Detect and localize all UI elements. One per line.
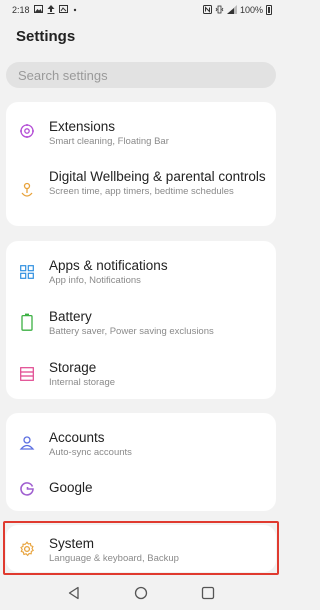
settings-group-1: Extensions Smart cleaning, Floating Bar … [6,102,276,226]
digital-wellbeing-texts: Digital Wellbeing & parental controls Sc… [49,168,266,198]
accounts-icon [18,434,36,452]
back-button[interactable] [63,582,85,604]
search-input[interactable] [18,67,276,83]
recents-button[interactable] [197,582,219,604]
battery-status-icon [266,5,272,15]
settings-item-storage[interactable]: Storage Internal storage [6,359,276,395]
settings-item-google[interactable]: Google [6,479,276,503]
extensions-subtitle: Smart cleaning, Floating Bar [49,136,169,147]
battery-icon [18,313,36,331]
apps-grid-icon [18,263,36,281]
extensions-texts: Extensions Smart cleaning, Floating Bar [49,118,266,148]
battery-subtitle: Battery saver, Power saving exclusions [49,326,214,337]
extensions-label: Extensions [49,119,116,134]
extensions-icon [18,122,36,140]
google-icon [18,479,36,497]
settings-item-battery[interactable]: Battery Battery saver, Power saving excl… [6,308,276,344]
settings-item-digital-wellbeing[interactable]: Digital Wellbeing & parental controls Sc… [6,168,276,218]
navigation-bar [0,576,282,610]
storage-subtitle: Internal storage [49,377,116,388]
settings-group-3: Accounts Auto-sync accounts Google [6,413,276,511]
storage-label: Storage [49,360,97,375]
digital-wellbeing-subtitle: Screen time, app timers, bedtime schedul… [49,186,234,197]
status-time: 2:18 [12,5,30,15]
vibrate-icon [215,5,224,16]
apps-texts: Apps & notifications App info, Notificat… [49,257,266,287]
status-left: 2:18 [12,4,78,16]
battery-percent: 100% [239,5,263,15]
signal-icon [226,4,237,16]
system-highlight-box [3,521,279,575]
storage-texts: Storage Internal storage [49,359,266,389]
search-bar[interactable] [6,62,276,88]
accounts-texts: Accounts Auto-sync accounts [49,429,266,459]
more-notifications-icon [72,5,78,15]
status-bar: 2:18 100% [0,0,282,20]
upload-icon [47,4,55,16]
accounts-label: Accounts [49,430,105,445]
battery-texts: Battery Battery saver, Power saving excl… [49,308,266,338]
battery-label: Battery [49,309,92,324]
apps-label: Apps & notifications [49,258,168,273]
accounts-subtitle: Auto-sync accounts [49,447,132,458]
settings-item-accounts[interactable]: Accounts Auto-sync accounts [6,429,276,465]
home-button[interactable] [130,582,152,604]
gallery-notification-icon [58,5,68,15]
page-title: Settings [16,28,76,45]
settings-group-2: Apps & notifications App info, Notificat… [6,241,276,399]
status-right: 100% [202,4,272,16]
google-label: Google [49,480,93,495]
settings-item-extensions[interactable]: Extensions Smart cleaning, Floating Bar [6,118,276,154]
google-texts: Google [49,479,266,496]
digital-wellbeing-icon [18,182,36,200]
storage-icon [18,365,36,383]
settings-item-apps-notifications[interactable]: Apps & notifications App info, Notificat… [6,257,276,293]
nfc-icon [202,4,212,16]
image-notification-icon [33,5,43,15]
apps-subtitle: App info, Notifications [49,275,141,286]
digital-wellbeing-label: Digital Wellbeing & parental controls [49,169,266,184]
